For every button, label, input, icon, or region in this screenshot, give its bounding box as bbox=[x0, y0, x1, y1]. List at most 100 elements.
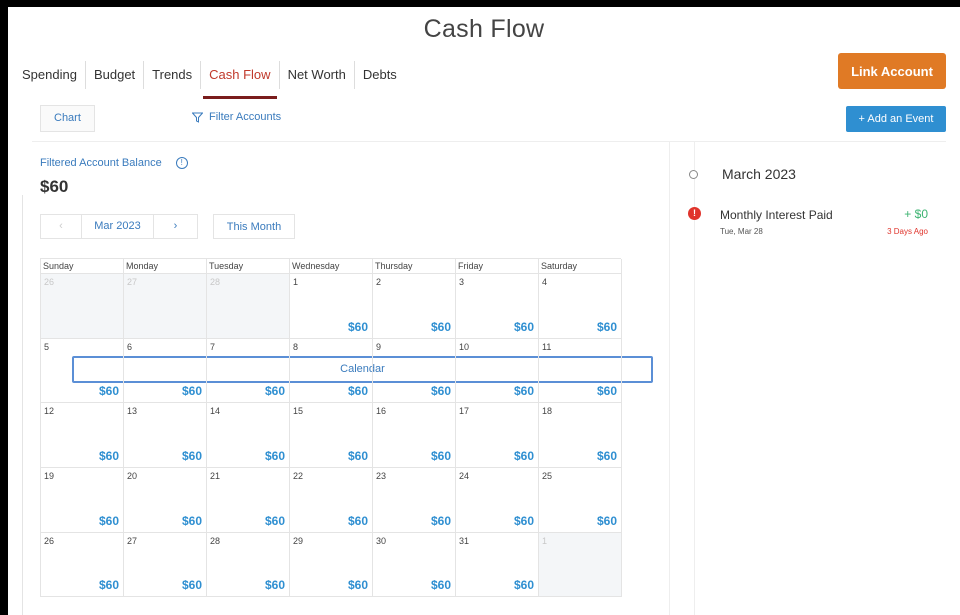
day-number: 24 bbox=[459, 471, 470, 482]
calendar-day-cell[interactable]: 2 $60 bbox=[373, 274, 456, 339]
chart-view-button[interactable]: Chart bbox=[40, 105, 95, 132]
day-number: 2 bbox=[376, 277, 382, 287]
event-relative-time: 3 Days Ago bbox=[887, 227, 928, 236]
next-month-button[interactable]: › bbox=[154, 214, 198, 239]
calendar-day-cell[interactable]: 31 $60 bbox=[456, 532, 539, 598]
calendar-day-cell[interactable]: 1 $60 bbox=[290, 274, 373, 339]
calendar-day-cell[interactable]: 23 $60 bbox=[373, 468, 456, 533]
tab-net-worth[interactable]: Net Worth bbox=[280, 61, 355, 89]
day-number: 26 bbox=[44, 277, 55, 287]
calendar-day-cell[interactable]: 27 bbox=[124, 274, 207, 339]
day-number: 12 bbox=[44, 406, 55, 417]
balance-value: $60 bbox=[40, 177, 69, 196]
page-title: Cash Flow bbox=[423, 15, 545, 43]
calendar-day-cell[interactable]: 22 $60 bbox=[290, 468, 373, 533]
calendar-day-cell[interactable]: 28 $60 bbox=[207, 532, 290, 598]
filter-accounts-link[interactable]: Filter Accounts bbox=[192, 111, 281, 123]
current-month-label: Mar 2023 bbox=[82, 214, 154, 239]
calendar-day-cell[interactable]: 28 bbox=[207, 274, 290, 339]
tab-trends[interactable]: Trends bbox=[144, 61, 202, 89]
event-amount: + $0 bbox=[904, 207, 928, 221]
day-number: 27 bbox=[127, 535, 138, 546]
calendar-day-cell[interactable]: 17 $60 bbox=[456, 403, 539, 469]
day-balance: $60 bbox=[264, 384, 285, 399]
calendar-day-cell[interactable]: 11 $60 bbox=[539, 338, 622, 404]
calendar-day-cell[interactable]: 7 $60 bbox=[207, 338, 290, 404]
calendar-grid: Sunday Monday Tuesday Wednesday Thursday… bbox=[40, 258, 622, 598]
day-balance: $60 bbox=[264, 578, 285, 593]
day-balance: $60 bbox=[596, 384, 617, 399]
day-balance: $60 bbox=[513, 319, 534, 334]
right-panel-border bbox=[669, 141, 670, 615]
event-date: Tue, Mar 28 bbox=[720, 227, 763, 236]
calendar-week-row: 26 $60 27 $60 28 $60 29 $60 30 $60 31 $60 1 bbox=[41, 532, 622, 598]
view-toggle: Chart Calendar bbox=[40, 105, 653, 383]
day-number: 3 bbox=[459, 277, 465, 287]
tab-budget[interactable]: Budget bbox=[86, 61, 145, 89]
day-number: 25 bbox=[542, 471, 553, 482]
day-balance: $60 bbox=[596, 319, 617, 334]
calendar-day-cell[interactable]: 26 bbox=[41, 274, 124, 339]
calendar-day-cell[interactable]: 13 $60 bbox=[124, 403, 207, 469]
calendar-day-cell[interactable]: 16 $60 bbox=[373, 403, 456, 469]
calendar-day-cell[interactable]: 26 $60 bbox=[41, 532, 124, 598]
calendar-weekday-header: Sunday Monday Tuesday Wednesday Thursday… bbox=[41, 259, 622, 274]
calendar-day-cell[interactable]: 29 $60 bbox=[290, 532, 373, 598]
filter-icon bbox=[192, 112, 203, 123]
day-number: 18 bbox=[542, 406, 553, 417]
calendar-week-row: 12 $60 13 $60 14 $60 15 $60 16 $60 17 $60 18 $60 bbox=[41, 403, 622, 469]
weekday-label: Wednesday bbox=[290, 259, 373, 274]
calendar-day-cell[interactable]: 12 $60 bbox=[41, 403, 124, 469]
weekday-label: Monday bbox=[124, 259, 207, 274]
day-balance: $60 bbox=[430, 513, 451, 528]
event-title[interactable]: Monthly Interest Paid bbox=[720, 208, 833, 222]
calendar-day-cell[interactable]: 6 $60 bbox=[124, 338, 207, 404]
calendar-day-cell[interactable]: 30 $60 bbox=[373, 532, 456, 598]
calendar-day-cell[interactable]: 20 $60 bbox=[124, 468, 207, 533]
calendar-day-cell[interactable]: 21 $60 bbox=[207, 468, 290, 533]
calendar-day-cell[interactable]: 25 $60 bbox=[539, 468, 622, 533]
day-number: 27 bbox=[127, 277, 138, 287]
calendar-week-row: 26 27 28 1 $60 2 $60 3 $60 4 $60 bbox=[41, 274, 622, 339]
calendar-week-row: 5 $60 6 $60 7 $60 8 $60 9 $60 10 $60 11 $60 bbox=[41, 338, 622, 404]
this-month-button[interactable]: This Month bbox=[213, 214, 295, 239]
day-balance: $60 bbox=[264, 449, 285, 464]
add-event-button[interactable]: + Add an Event bbox=[846, 106, 946, 132]
day-balance: $60 bbox=[181, 449, 202, 464]
day-balance: $60 bbox=[596, 513, 617, 528]
calendar-day-cell[interactable]: 14 $60 bbox=[207, 403, 290, 469]
day-number: 21 bbox=[210, 471, 221, 482]
day-number: 23 bbox=[376, 471, 387, 482]
calendar-day-cell[interactable]: 24 $60 bbox=[456, 468, 539, 533]
filter-accounts-label: Filter Accounts bbox=[209, 111, 282, 123]
day-number: 15 bbox=[293, 406, 304, 417]
day-balance: $60 bbox=[181, 384, 202, 399]
calendar-day-cell[interactable]: 3 $60 bbox=[456, 274, 539, 339]
tab-spending[interactable]: Spending bbox=[14, 61, 86, 89]
day-number: 28 bbox=[210, 535, 221, 546]
info-icon[interactable]: ! bbox=[175, 157, 188, 169]
tab-debts[interactable]: Debts bbox=[355, 61, 405, 89]
prev-month-button[interactable]: ‹ bbox=[40, 214, 82, 239]
calendar-day-cell[interactable]: 19 $60 bbox=[41, 468, 124, 533]
calendar-day-cell[interactable]: 18 $60 bbox=[539, 403, 622, 469]
calendar-day-cell[interactable]: 15 $60 bbox=[290, 403, 373, 469]
calendar-day-cell[interactable]: 4 $60 bbox=[539, 274, 622, 339]
calendar-day-cell[interactable]: 9 $60 bbox=[373, 338, 456, 404]
day-balance: $60 bbox=[264, 513, 285, 528]
calendar-day-cell[interactable]: 1 bbox=[539, 532, 622, 598]
calendar-day-cell[interactable]: 5 $60 bbox=[41, 338, 124, 404]
tab-cash-flow[interactable]: Cash Flow bbox=[201, 61, 280, 99]
day-balance: $60 bbox=[347, 578, 368, 593]
calendar-day-cell[interactable]: 10 $60 bbox=[456, 338, 539, 404]
calendar-day-cell[interactable]: 27 $60 bbox=[124, 532, 207, 598]
day-number: 11 bbox=[542, 341, 552, 352]
calendar-day-cell[interactable]: 8 $60 bbox=[290, 338, 373, 404]
day-number: 26 bbox=[44, 535, 55, 546]
timeline-month: March 2023 bbox=[722, 166, 796, 182]
link-account-button[interactable]: Link Account bbox=[838, 53, 946, 89]
day-number: 13 bbox=[127, 406, 138, 417]
balance-label: Filtered Account Balance bbox=[40, 157, 162, 169]
calendar-week-row: 19 $60 20 $60 21 $60 22 $60 23 $60 24 $60 25 $60 bbox=[41, 468, 622, 533]
day-balance: $60 bbox=[98, 449, 119, 464]
